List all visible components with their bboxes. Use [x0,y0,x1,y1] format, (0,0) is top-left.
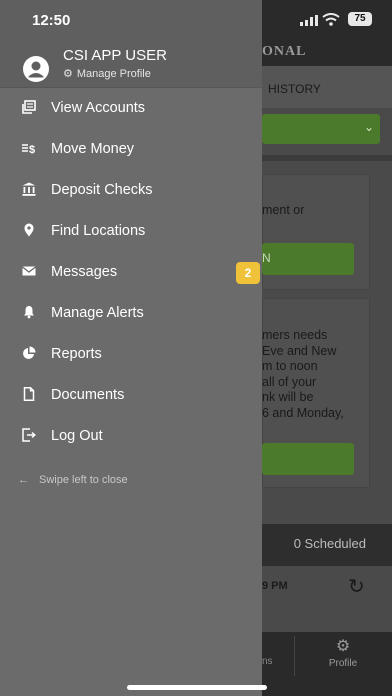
location-pin-icon [24,223,34,237]
menu-item-view-accounts[interactable]: View Accounts [0,88,262,129]
battery-icon: 75 [348,12,372,26]
menu-label: Manage Alerts [51,305,144,321]
menu-label: Deposit Checks [51,182,153,198]
menu-label: Find Locations [51,223,146,239]
menu-item-reports[interactable]: Reports [0,334,262,375]
card1-text: ment or [262,203,305,217]
notice-text: mers needs Eve and New m to noon all of … [262,328,344,420]
gear-icon: ⚙ [63,68,73,80]
card1-button[interactable]: N [262,243,354,275]
scheduled-count: 0 Scheduled [293,536,366,551]
transfer-icon: $ [22,144,35,155]
chevron-down-icon: ⌄ [363,120,374,134]
manage-profile-link[interactable]: ⚙ Manage Profile [63,67,151,80]
menu-item-messages[interactable]: Messages 2 [0,252,262,293]
drawer-header: 12:50 CSI APP USER ⚙ Manage Profile [0,0,262,88]
menu-item-manage-alerts[interactable]: Manage Alerts [0,293,262,334]
nav-item-profile[interactable]: ⚙ Profile [294,638,392,669]
user-name: CSI APP USER [63,47,167,64]
tab-history[interactable]: HISTORY [268,82,321,96]
refresh-icon[interactable]: ↻ [348,574,365,599]
arrow-left-icon: ← [18,474,29,486]
logout-icon [22,428,36,442]
nav-item-partial[interactable]: ns [262,656,273,667]
pie-chart-icon [23,346,36,359]
menu-item-move-money[interactable]: $ Move Money [0,129,262,170]
notice-button[interactable] [262,443,354,475]
envelope-icon [22,266,36,276]
menu-item-find-locations[interactable]: Find Locations [0,211,262,252]
bell-icon [24,306,34,319]
home-indicator[interactable] [127,685,267,690]
unread-badge: 2 [236,262,260,284]
status-icons: 75 [300,12,380,28]
swipe-hint-label: Swipe left to close [39,474,128,486]
user-avatar-icon [23,56,49,82]
swipe-hint: ← Swipe left to close [18,474,128,486]
menu-label: Move Money [51,141,135,157]
side-drawer: 12:50 CSI APP USER ⚙ Manage Profile View … [0,0,262,696]
menu-item-documents[interactable]: Documents [0,375,262,416]
manage-profile-label: Manage Profile [76,68,151,80]
brand-logo-text: ONAL [262,44,307,59]
menu-label: Documents [51,387,125,403]
signal-icon [300,15,318,26]
accounts-icon [22,100,36,114]
menu-label: Messages [51,264,118,280]
menu-label: View Accounts [51,100,146,116]
bank-icon [22,182,36,196]
card1-button-label: N [262,251,271,265]
menu-label: Log Out [51,428,103,444]
last-updated-time: 9 PM [262,580,288,592]
menu-item-deposit-checks[interactable]: Deposit Checks [0,170,262,211]
gear-icon: ⚙ [335,638,351,655]
menu-item-log-out[interactable]: Log Out [0,416,262,457]
nav-profile-label: Profile [328,658,358,669]
account-select[interactable]: ⌄ [262,114,380,144]
document-icon [23,387,35,401]
svg-text:$: $ [29,144,35,155]
wifi-icon [322,13,340,26]
status-time: 12:50 [32,12,71,29]
menu-label: Reports [51,346,102,362]
